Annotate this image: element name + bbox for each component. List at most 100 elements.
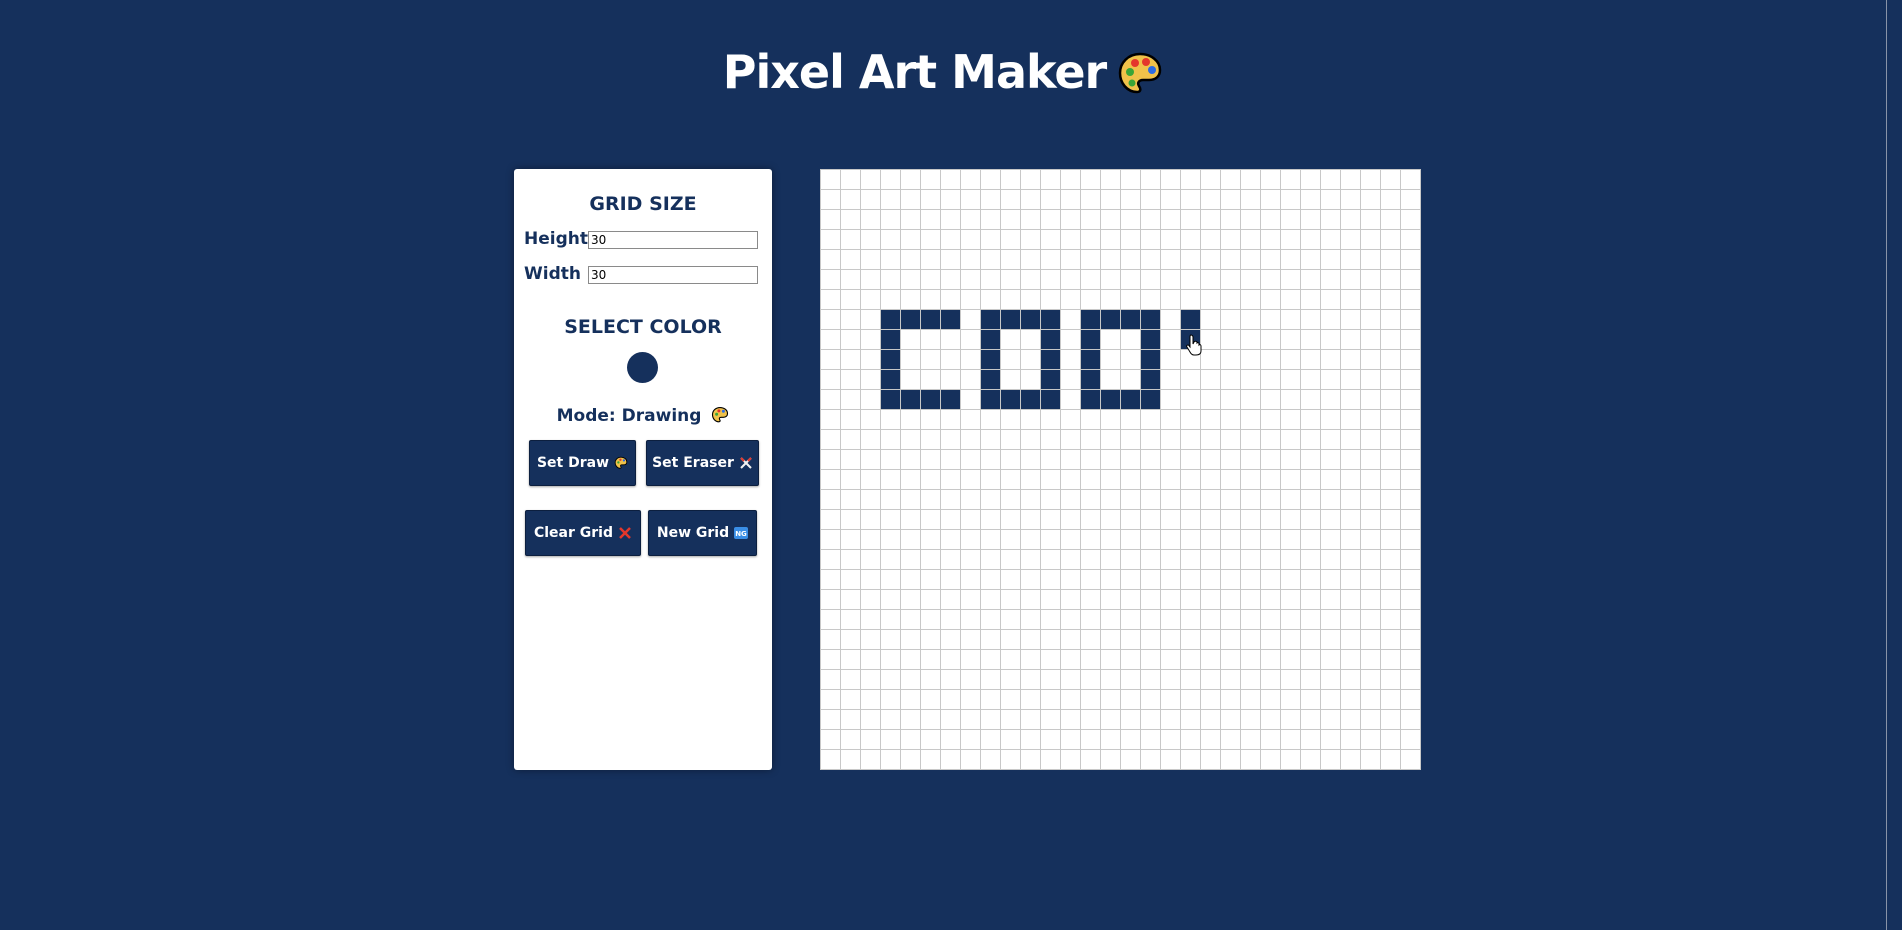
grid-cell[interactable] [1220,349,1241,370]
grid-cell[interactable] [1240,649,1261,670]
grid-cell[interactable] [1020,749,1041,770]
grid-cell[interactable] [1080,429,1101,450]
grid-cell[interactable] [1260,169,1281,190]
grid-cell[interactable] [1060,169,1081,190]
grid-cell[interactable] [1000,409,1021,430]
grid-cell[interactable] [1220,569,1241,590]
grid-cell[interactable] [1380,609,1401,630]
grid-cell[interactable] [1040,229,1061,250]
grid-cell[interactable] [1200,249,1221,270]
grid-cell[interactable] [960,329,981,350]
grid-cell[interactable] [940,609,961,630]
grid-cell-filled[interactable] [1080,389,1101,410]
grid-cell[interactable] [1300,189,1321,210]
grid-cell[interactable] [880,169,901,190]
grid-cell[interactable] [880,209,901,230]
grid-cell[interactable] [840,289,861,310]
grid-cell[interactable] [960,429,981,450]
grid-cell[interactable] [1200,509,1221,530]
grid-cell[interactable] [1300,229,1321,250]
grid-cell[interactable] [1380,429,1401,450]
grid-cell[interactable] [820,749,841,770]
grid-cell[interactable] [1380,229,1401,250]
grid-cell[interactable] [1020,209,1041,230]
grid-cell[interactable] [940,429,961,450]
grid-cell[interactable] [1300,729,1321,750]
grid-cell[interactable] [1160,569,1181,590]
grid-cell[interactable] [1100,169,1121,190]
grid-cell[interactable] [1180,289,1201,310]
grid-cell[interactable] [1200,429,1221,450]
grid-cell[interactable] [1380,269,1401,290]
grid-cell[interactable] [940,549,961,570]
grid-cell[interactable] [960,669,981,690]
grid-cell[interactable] [1100,649,1121,670]
grid-cell[interactable] [1340,529,1361,550]
grid-cell[interactable] [900,529,921,550]
grid-cell[interactable] [1100,569,1121,590]
grid-cell[interactable] [940,169,961,190]
grid-cell-filled[interactable] [980,369,1001,390]
grid-cell[interactable] [840,529,861,550]
grid-cell[interactable] [1360,649,1381,670]
grid-cell[interactable] [820,229,841,250]
grid-cell[interactable] [1080,749,1101,770]
grid-cell[interactable] [940,189,961,210]
grid-cell[interactable] [1100,269,1121,290]
grid-cell[interactable] [1100,729,1121,750]
grid-cell[interactable] [900,469,921,490]
grid-cell[interactable] [1200,189,1221,210]
grid-cell[interactable] [1160,649,1181,670]
grid-cell[interactable] [1320,269,1341,290]
grid-cell[interactable] [1120,749,1141,770]
grid-cell[interactable] [820,569,841,590]
grid-cell[interactable] [860,729,881,750]
grid-cell[interactable] [1180,449,1201,470]
grid-cell[interactable] [1080,629,1101,650]
grid-cell[interactable] [1180,429,1201,450]
grid-cell[interactable] [1200,389,1221,410]
grid-cell[interactable] [1400,629,1421,650]
grid-cell[interactable] [1060,729,1081,750]
grid-cell[interactable] [820,249,841,270]
grid-cell[interactable] [1400,269,1421,290]
grid-cell[interactable] [1140,669,1161,690]
width-input[interactable] [588,266,758,284]
grid-cell[interactable] [1100,589,1121,610]
grid-cell[interactable] [1140,269,1161,290]
grid-cell[interactable] [960,289,981,310]
grid-cell[interactable] [1380,289,1401,310]
grid-cell[interactable] [1360,529,1381,550]
grid-cell[interactable] [900,689,921,710]
grid-cell[interactable] [920,449,941,470]
grid-cell[interactable] [1220,169,1241,190]
grid-cell[interactable] [1340,749,1361,770]
grid-cell[interactable] [1280,429,1301,450]
grid-cell[interactable] [820,409,841,430]
grid-cell[interactable] [900,409,921,430]
grid-cell[interactable] [920,289,941,310]
grid-cell[interactable] [960,749,981,770]
grid-cell[interactable] [1120,329,1141,350]
grid-cell[interactable] [960,549,981,570]
grid-cell[interactable] [1180,249,1201,270]
grid-cell[interactable] [980,689,1001,710]
grid-cell[interactable] [1200,549,1221,570]
grid-cell[interactable] [1280,329,1301,350]
grid-cell[interactable] [820,469,841,490]
grid-cell[interactable] [1260,749,1281,770]
grid-cell[interactable] [1180,409,1201,430]
grid-cell[interactable] [1380,569,1401,590]
grid-cell[interactable] [1220,329,1241,350]
grid-cell[interactable] [1020,289,1041,310]
grid-cell[interactable] [1300,309,1321,330]
grid-cell[interactable] [980,669,1001,690]
grid-cell[interactable] [1160,609,1181,630]
grid-cell[interactable] [1240,569,1261,590]
grid-cell[interactable] [980,249,1001,270]
grid-cell[interactable] [1020,469,1041,490]
grid-cell[interactable] [1060,269,1081,290]
grid-cell-filled[interactable] [1100,309,1121,330]
grid-cell[interactable] [1320,729,1341,750]
grid-cell[interactable] [820,269,841,290]
